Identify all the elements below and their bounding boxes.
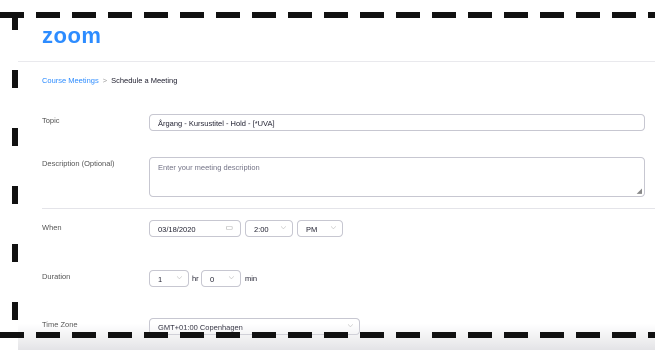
zoom-logo[interactable]: zoom (42, 23, 101, 49)
date-value: 03/18/2020 (158, 225, 196, 234)
resize-handle-icon[interactable]: ◢ (637, 187, 642, 195)
duration-hours-select[interactable]: 1 ⌵ (149, 270, 189, 287)
section-divider (42, 208, 655, 209)
duration-label: Duration (42, 272, 71, 281)
schedule-meeting-page: zoom Course Meetings > Schedule a Meeting … (18, 18, 655, 350)
time-select[interactable]: 2:00 ⌵ (245, 220, 293, 237)
duration-minutes-value: 0 (210, 275, 215, 284)
chevron-down-icon: ⌵ (330, 224, 336, 231)
chevron-down-icon: ⌵ (176, 274, 182, 281)
ampm-select[interactable]: PM ⌵ (297, 220, 343, 237)
duration-minutes-select[interactable]: 0 ⌵ (201, 270, 241, 287)
minutes-unit-label: min (245, 274, 258, 283)
time-zone-value: GMT+01:00 Copenhagen (158, 323, 243, 332)
hours-unit-label: hr (192, 274, 199, 283)
header-divider (18, 61, 655, 62)
ampm-value: PM (306, 225, 318, 234)
breadcrumb-course-meetings-link[interactable]: Course Meetings (42, 76, 99, 85)
chevron-down-icon: ⌵ (228, 274, 234, 281)
description-label: Description (Optional) (42, 159, 115, 168)
topic-label: Topic (42, 116, 60, 125)
description-placeholder: Enter your meeting description (158, 163, 260, 172)
when-label: When (42, 223, 62, 232)
breadcrumb-separator: > (102, 76, 108, 85)
topic-input[interactable]: Årgang - Kursustitel - Hold - [*UVA] (149, 114, 645, 131)
breadcrumb: Course Meetings > Schedule a Meeting (42, 76, 177, 85)
breadcrumb-current: Schedule a Meeting (111, 76, 178, 85)
time-value: 2:00 (254, 225, 269, 234)
dashed-frame-bottom (0, 332, 655, 338)
chevron-down-icon: ⌵ (347, 322, 353, 329)
calendar-icon[interactable]: ▭ (225, 223, 233, 232)
time-zone-label: Time Zone (42, 320, 78, 329)
date-input[interactable]: 03/18/2020 ▭ (149, 220, 241, 237)
chevron-down-icon: ⌵ (280, 224, 286, 231)
topic-value: Årgang - Kursustitel - Hold - [*UVA] (158, 119, 275, 128)
duration-hours-value: 1 (158, 275, 163, 284)
description-textarea[interactable]: Enter your meeting description ◢ (149, 157, 645, 197)
